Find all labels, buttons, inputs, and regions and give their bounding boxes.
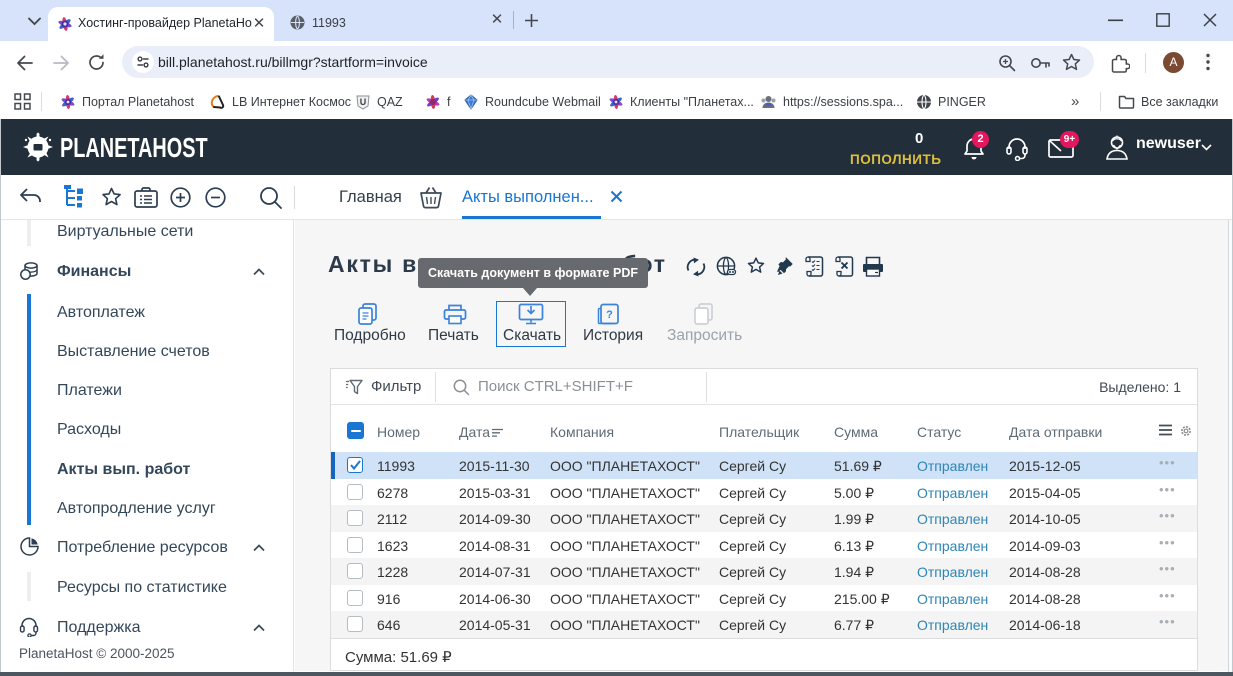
svg-text:U: U xyxy=(360,97,367,107)
svg-text:?: ? xyxy=(606,309,613,321)
